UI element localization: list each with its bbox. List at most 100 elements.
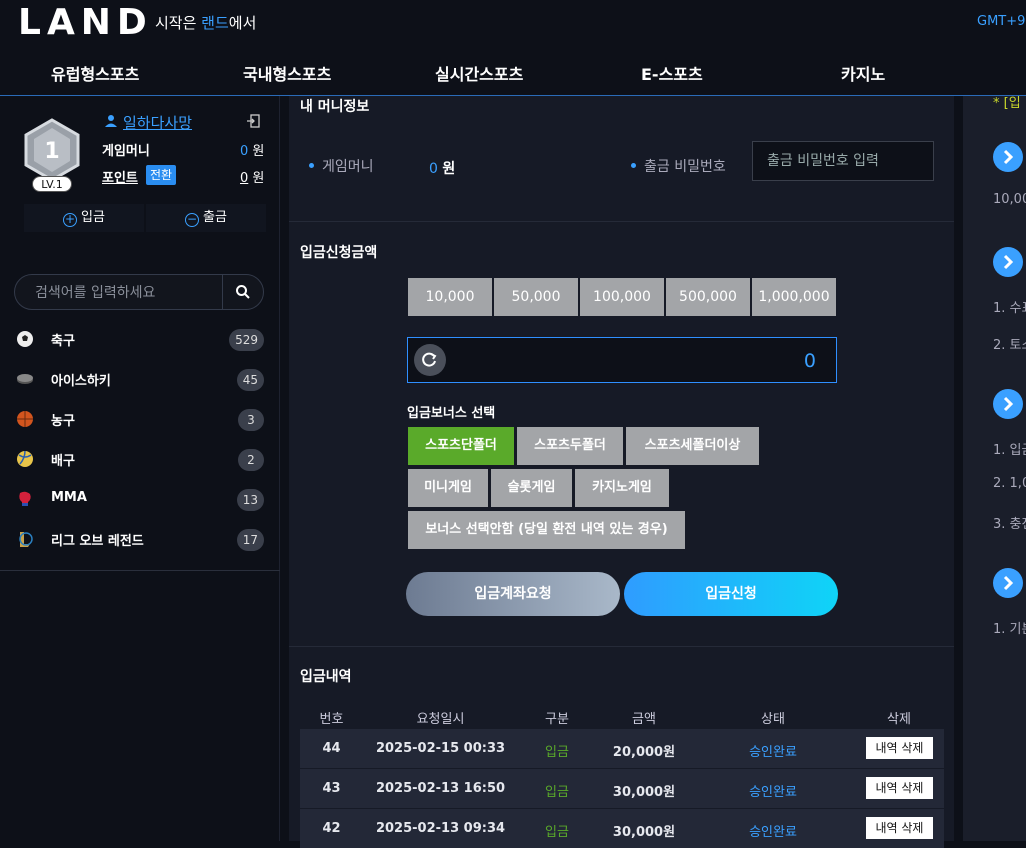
amount-button-500000[interactable]: 500,000 bbox=[666, 278, 750, 316]
profile-panel: 1 LV.1 일하다사망 게임머니 0 원 포인트 전환 0 원 + 입금 − 출금 bbox=[0, 96, 280, 236]
left-sidebar: 1 LV.1 일하다사망 게임머니 0 원 포인트 전환 0 원 + 입금 − 출금… bbox=[0, 96, 280, 841]
search-icon[interactable] bbox=[235, 284, 251, 300]
sport-item-label: 리그 오브 레전드 bbox=[51, 534, 144, 549]
sport-item-count: 13 bbox=[236, 489, 264, 511]
bullet-dot-icon bbox=[631, 163, 636, 168]
sport-item-mma[interactable]: MMA 13 bbox=[0, 480, 280, 520]
money-info-title: 내 머니정보 bbox=[300, 99, 370, 115]
logout-icon[interactable] bbox=[246, 114, 260, 128]
sidebar-divider bbox=[0, 570, 280, 571]
sport-item-count: 45 bbox=[236, 369, 264, 391]
sport-search-input[interactable] bbox=[35, 283, 215, 303]
deposit-submit-button[interactable]: 입금신청 bbox=[624, 572, 838, 616]
deposit-history-title: 입금내역 bbox=[300, 669, 352, 685]
user-icon bbox=[105, 115, 117, 127]
sport-item-soccer[interactable]: 축구 529 bbox=[0, 320, 280, 360]
username-link[interactable]: 일하다사망 bbox=[123, 112, 192, 133]
nav-esports[interactable]: E-스포츠 bbox=[641, 61, 703, 85]
amount-button-50000[interactable]: 50,000 bbox=[494, 278, 578, 316]
league-of-legends-icon bbox=[19, 532, 33, 547]
hockey-puck-icon bbox=[17, 374, 33, 384]
cell-datetime: 2025-02-13 16:50 bbox=[375, 781, 506, 796]
point-switch-button[interactable]: 전환 bbox=[146, 165, 176, 185]
level-badge-icon: 1 bbox=[24, 118, 80, 182]
bonus-sports-double[interactable]: 스포츠두폴더 bbox=[517, 427, 623, 465]
cell-amount: 30,000원 bbox=[612, 825, 676, 840]
account-request-button[interactable]: 입금계좌요청 bbox=[406, 572, 620, 616]
table-row: 42 2025-02-13 09:34 입금 30,000원 승인완료 내역 삭… bbox=[300, 809, 944, 848]
sport-item-lol[interactable]: 리그 오브 레전드 17 bbox=[0, 520, 280, 560]
notice-line: 1. 기본 bbox=[993, 622, 1026, 637]
svg-text:1: 1 bbox=[44, 139, 59, 164]
soccer-ball-icon bbox=[17, 331, 33, 347]
notice-line: 3. 충전 bbox=[993, 517, 1026, 532]
sport-item-label: 축구 bbox=[51, 334, 75, 349]
amount-button-10000[interactable]: 10,000 bbox=[408, 278, 492, 316]
nav-domestic-sports[interactable]: 국내형스포츠 bbox=[243, 61, 331, 85]
col-header-amount: 금액 bbox=[632, 712, 656, 727]
cell-amount: 20,000원 bbox=[612, 745, 676, 760]
money-game-money-value: 0 원 bbox=[429, 161, 456, 177]
game-money-value: 0 원 bbox=[240, 144, 265, 159]
deposit-main: 내 머니정보 게임머니 0 원 출금 비밀번호 입금신청금액 10,000 50… bbox=[289, 96, 954, 848]
bonus-none[interactable]: 보너스 선택안함 (당일 환전 내역 있는 경우) bbox=[408, 511, 685, 549]
nav-casino[interactable]: 카지노 bbox=[841, 61, 885, 85]
sport-item-count: 3 bbox=[238, 409, 264, 431]
cell-type: 입금 bbox=[545, 825, 569, 840]
cell-status: 승인완료 bbox=[749, 745, 797, 760]
delete-record-button[interactable]: 내역 삭제 bbox=[866, 817, 933, 839]
withdraw-button[interactable]: − 출금 bbox=[146, 204, 266, 232]
sport-item-label: 농구 bbox=[51, 414, 75, 429]
sport-item-label: 배구 bbox=[51, 454, 75, 469]
withdraw-password-label: 출금 비밀번호 bbox=[631, 156, 726, 176]
reset-icon[interactable] bbox=[414, 344, 446, 376]
bonus-sports-triple[interactable]: 스포츠세폴더이상 bbox=[626, 427, 759, 465]
volleyball-icon bbox=[17, 450, 33, 467]
basketball-icon bbox=[17, 411, 33, 427]
deposit-button[interactable]: + 입금 bbox=[24, 204, 144, 232]
top-bar: LAND 시작은 랜드에서 GMT+9 0 bbox=[0, 0, 1026, 46]
cell-no: 42 bbox=[322, 821, 341, 836]
amount-button-1000000[interactable]: 1,000,000 bbox=[752, 278, 836, 316]
sport-item-volleyball[interactable]: 배구 2 bbox=[0, 440, 280, 480]
point-label[interactable]: 포인트 bbox=[102, 167, 138, 186]
notice-line: 2. 토스 bbox=[993, 338, 1026, 353]
chevron-right-icon[interactable] bbox=[993, 389, 1023, 419]
sport-item-basketball[interactable]: 농구 3 bbox=[0, 400, 280, 440]
delete-record-button[interactable]: 내역 삭제 bbox=[866, 777, 933, 799]
col-header-type: 구분 bbox=[545, 712, 569, 727]
nav-live-sports[interactable]: 실시간스포츠 bbox=[435, 61, 523, 85]
plus-circle-icon: + bbox=[63, 212, 78, 227]
minus-circle-icon: − bbox=[185, 212, 200, 227]
notice-line: 10,00 bbox=[993, 192, 1026, 207]
chevron-right-icon[interactable] bbox=[993, 247, 1023, 277]
level-label: LV.1 bbox=[32, 176, 72, 192]
notice-top: * [입 bbox=[993, 96, 1021, 111]
cell-type: 입금 bbox=[545, 745, 569, 760]
bonus-sports-single[interactable]: 스포츠단폴더 bbox=[408, 427, 514, 465]
search-divider bbox=[222, 275, 223, 309]
amount-button-100000[interactable]: 100,000 bbox=[580, 278, 664, 316]
sport-item-count: 529 bbox=[229, 329, 264, 351]
point-value: 0 원 bbox=[240, 171, 265, 186]
boxing-glove-icon bbox=[19, 491, 31, 506]
cell-no: 44 bbox=[322, 741, 341, 756]
delete-record-button[interactable]: 내역 삭제 bbox=[866, 737, 933, 759]
site-logo[interactable]: LAND bbox=[18, 2, 153, 43]
chevron-right-icon[interactable] bbox=[993, 568, 1023, 598]
deposit-amount-value: 0 bbox=[803, 350, 816, 372]
notice-panel: * [입 10,00 1. 수표 2. 토스 1. 입금 2. 1,0 3. 충… bbox=[963, 96, 1026, 841]
nav-european-sports[interactable]: 유럽형스포츠 bbox=[51, 61, 139, 85]
sport-item-ice-hockey[interactable]: 아이스하키 45 bbox=[0, 360, 280, 400]
withdraw-password-input[interactable] bbox=[752, 141, 934, 181]
sport-item-count: 2 bbox=[238, 449, 264, 471]
chevron-right-icon[interactable] bbox=[993, 142, 1023, 172]
main-nav: 유럽형스포츠 국내형스포츠 실시간스포츠 E-스포츠 카지노 bbox=[0, 46, 1026, 96]
cell-status: 승인완료 bbox=[749, 785, 797, 800]
deposit-amount-field[interactable]: 0 bbox=[407, 337, 837, 383]
bonus-slot[interactable]: 슬롯게임 bbox=[491, 469, 572, 507]
bonus-casino[interactable]: 카지노게임 bbox=[575, 469, 669, 507]
money-game-money-label: 게임머니 bbox=[309, 156, 374, 176]
bonus-minigame[interactable]: 미니게임 bbox=[408, 469, 488, 507]
bullet-dot-icon bbox=[309, 163, 314, 168]
